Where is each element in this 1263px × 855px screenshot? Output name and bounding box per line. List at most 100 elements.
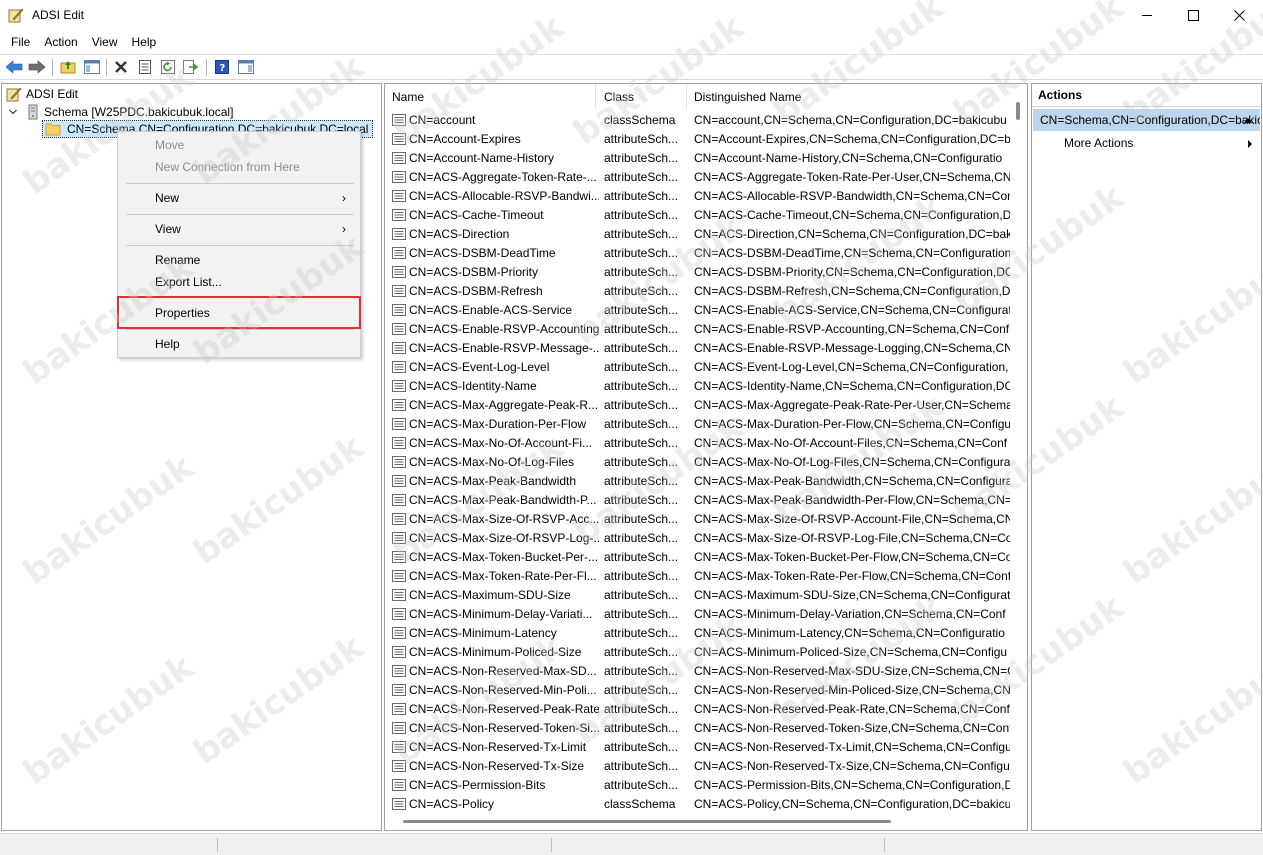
table-row[interactable]: CN=ACS-Max-Size-Of-RSVP-Acc... attributeS…: [385, 510, 1015, 529]
horizontal-scrollbar[interactable]: [385, 813, 1015, 830]
collapse-up-icon[interactable]: [1243, 116, 1253, 124]
row-name: CN=ACS-Non-Reserved-Token-Si...: [409, 721, 599, 735]
row-name: CN=ACS-Minimum-Policed-Size: [409, 645, 582, 659]
actions-selected-object[interactable]: CN=Schema,CN=Configuration,DC=bakicubuk,…: [1033, 109, 1260, 131]
table-row[interactable]: CN=ACS-Enable-RSVP-Accounting attributeSc…: [385, 320, 1015, 339]
table-row[interactable]: CN=ACS-Max-Peak-Bandwidth-P... attributeS…: [385, 491, 1015, 510]
table-row[interactable]: CN=ACS-Non-Reserved-Min-Poli... attribute…: [385, 681, 1015, 700]
table-row[interactable]: CN=ACS-Max-No-Of-Account-Fi... attributeS…: [385, 434, 1015, 453]
table-row[interactable]: CN=ACS-Non-Reserved-Token-Si... attribute…: [385, 719, 1015, 738]
tree-root[interactable]: ADSI Edit: [6, 85, 78, 103]
column-header-name[interactable]: Name: [385, 84, 596, 110]
table-row[interactable]: CN=ACS-Cache-Timeout attributeSch... CN=AC…: [385, 206, 1015, 225]
row-dn: CN=Account-Name-History,CN=Schema,CN=Con…: [694, 151, 1003, 165]
table-row[interactable]: CN=ACS-DSBM-Priority attributeSch... CN=AC…: [385, 263, 1015, 282]
table-row[interactable]: CN=Account-Name-History attributeSch... CN…: [385, 149, 1015, 168]
actions-title: Actions: [1032, 84, 1261, 107]
row-class: attributeSch...: [604, 379, 679, 393]
row-name: CN=ACS-Non-Reserved-Max-SD...: [409, 664, 597, 678]
row-name: CN=ACS-Enable-RSVP-Accounting: [409, 322, 599, 336]
row-class: attributeSch...: [604, 284, 679, 298]
back-button[interactable]: [4, 58, 24, 76]
menu-view[interactable]: View: [85, 31, 125, 53]
table-row[interactable]: CN=ACS-Aggregate-Token-Rate-... attribute…: [385, 168, 1015, 187]
row-dn: CN=ACS-Maximum-SDU-Size,CN=Schema,CN=Con…: [694, 588, 1010, 602]
details-list-pane[interactable]: Name Class Distinguished Name CN=account…: [384, 83, 1028, 831]
show-action-pane-button[interactable]: [236, 58, 256, 76]
ctx-view[interactable]: View ›: [118, 218, 360, 240]
tree-connection[interactable]: Schema [W25PDC.bakicubuk.local]: [8, 103, 233, 121]
table-row[interactable]: CN=ACS-Minimum-Latency attributeSch... CN=…: [385, 624, 1015, 643]
ctx-export-list[interactable]: Export List...: [118, 271, 360, 293]
table-row[interactable]: CN=ACS-Max-Token-Rate-Per-Fl... attribute…: [385, 567, 1015, 586]
row-name: CN=ACS-Max-No-Of-Account-Fi...: [409, 436, 593, 450]
table-row[interactable]: CN=ACS-Non-Reserved-Max-SD... attributeSc…: [385, 662, 1015, 681]
ctx-properties[interactable]: Properties: [118, 302, 360, 324]
table-row[interactable]: CN=ACS-Identity-Name attributeSch... CN=AC…: [385, 377, 1015, 396]
export-list-button[interactable]: [181, 58, 201, 76]
schema-object-icon: [392, 171, 406, 183]
table-row[interactable]: CN=ACS-Non-Reserved-Peak-Rate attributeSc…: [385, 700, 1015, 719]
table-row[interactable]: CN=ACS-Max-Aggregate-Peak-R... attributeS…: [385, 396, 1015, 415]
row-class: attributeSch...: [604, 132, 679, 146]
table-row[interactable]: CN=account classSchema CN=account,CN=Schem…: [385, 111, 1015, 130]
menu-file[interactable]: File: [4, 31, 37, 53]
close-button[interactable]: [1216, 0, 1262, 31]
help-button[interactable]: ?: [212, 58, 232, 76]
show-hide-tree-button[interactable]: [82, 58, 102, 76]
table-row[interactable]: CN=ACS-Non-Reserved-Tx-Limit attributeSch…: [385, 738, 1015, 757]
table-row[interactable]: CN=ACS-Enable-ACS-Service attributeSch...…: [385, 301, 1015, 320]
row-class: attributeSch...: [604, 550, 679, 564]
table-row[interactable]: CN=ACS-Max-No-Of-Log-Files attributeSch..…: [385, 453, 1015, 472]
table-row[interactable]: CN=ACS-Max-Token-Bucket-Per-... attribute…: [385, 548, 1015, 567]
row-class: attributeSch...: [604, 759, 679, 773]
table-row[interactable]: CN=ACS-Enable-RSVP-Message-... attributeS…: [385, 339, 1015, 358]
minimize-button[interactable]: [1124, 0, 1170, 31]
table-row[interactable]: CN=ACS-DSBM-Refresh attributeSch... CN=ACS…: [385, 282, 1015, 301]
up-folder-button[interactable]: [58, 58, 78, 76]
schema-object-icon: [392, 646, 406, 658]
row-dn: CN=ACS-Event-Log-Level,CN=Schema,CN=Conf…: [694, 360, 1009, 374]
vertical-scrollbar[interactable]: [1010, 84, 1027, 815]
forward-button[interactable]: [27, 58, 47, 76]
menu-action[interactable]: Action: [37, 31, 84, 53]
table-row[interactable]: CN=ACS-Maximum-SDU-Size attributeSch... CN…: [385, 586, 1015, 605]
schema-object-icon: [392, 228, 406, 240]
menu-bar: File Action View Help: [0, 31, 1263, 53]
row-dn: CN=ACS-Enable-ACS-Service,CN=Schema,CN=C…: [694, 303, 1010, 317]
table-row[interactable]: CN=ACS-Permission-Bits attributeSch... CN=…: [385, 776, 1015, 795]
row-name: CN=ACS-Max-Size-Of-RSVP-Log-...: [409, 531, 599, 545]
schema-object-icon: [392, 152, 406, 164]
refresh-button[interactable]: [158, 58, 178, 76]
row-dn: CN=ACS-Non-Reserved-Token-Size,CN=Schema…: [694, 721, 1010, 735]
context-menu: Move New Connection from Here New › View ›…: [117, 131, 361, 358]
maximize-button[interactable]: [1170, 0, 1216, 31]
column-header-dn[interactable]: Distinguished Name: [687, 84, 1015, 110]
vertical-scroll-thumb[interactable]: [1016, 102, 1020, 120]
ctx-new[interactable]: New ›: [118, 187, 360, 209]
properties-icon: [139, 60, 151, 74]
column-header-class[interactable]: Class: [597, 84, 687, 110]
table-row[interactable]: CN=ACS-Allocable-RSVP-Bandwi... attribute…: [385, 187, 1015, 206]
properties-button[interactable]: [135, 58, 155, 76]
table-row[interactable]: CN=ACS-Max-Peak-Bandwidth attributeSch...…: [385, 472, 1015, 491]
table-row[interactable]: CN=ACS-DSBM-DeadTime attributeSch... CN=AC…: [385, 244, 1015, 263]
ctx-rename[interactable]: Rename: [118, 249, 360, 271]
delete-button[interactable]: [111, 58, 131, 76]
ctx-move[interactable]: Move: [118, 134, 360, 156]
table-row[interactable]: CN=ACS-Max-Size-Of-RSVP-Log-... attribute…: [385, 529, 1015, 548]
table-row[interactable]: CN=ACS-Minimum-Delay-Variati... attribute…: [385, 605, 1015, 624]
horizontal-scroll-thumb[interactable]: [403, 820, 891, 823]
menu-help[interactable]: Help: [125, 31, 164, 53]
table-row[interactable]: CN=ACS-Non-Reserved-Tx-Size attributeSch.…: [385, 757, 1015, 776]
table-row[interactable]: CN=ACS-Minimum-Policed-Size attributeSch.…: [385, 643, 1015, 662]
ctx-new-connection[interactable]: New Connection from Here: [118, 156, 360, 178]
ctx-help[interactable]: Help: [118, 333, 360, 355]
table-row[interactable]: CN=ACS-Max-Duration-Per-Flow attributeSch…: [385, 415, 1015, 434]
schema-object-icon: [392, 304, 406, 316]
table-row[interactable]: CN=Account-Expires attributeSch... CN=Acco…: [385, 130, 1015, 149]
table-row[interactable]: CN=ACS-Direction attributeSch... CN=ACS-Di…: [385, 225, 1015, 244]
table-row[interactable]: CN=ACS-Policy classSchema CN=ACS-Policy,CN…: [385, 795, 1015, 814]
table-row[interactable]: CN=ACS-Event-Log-Level attributeSch... CN=…: [385, 358, 1015, 377]
more-actions-link[interactable]: More Actions: [1064, 136, 1133, 150]
